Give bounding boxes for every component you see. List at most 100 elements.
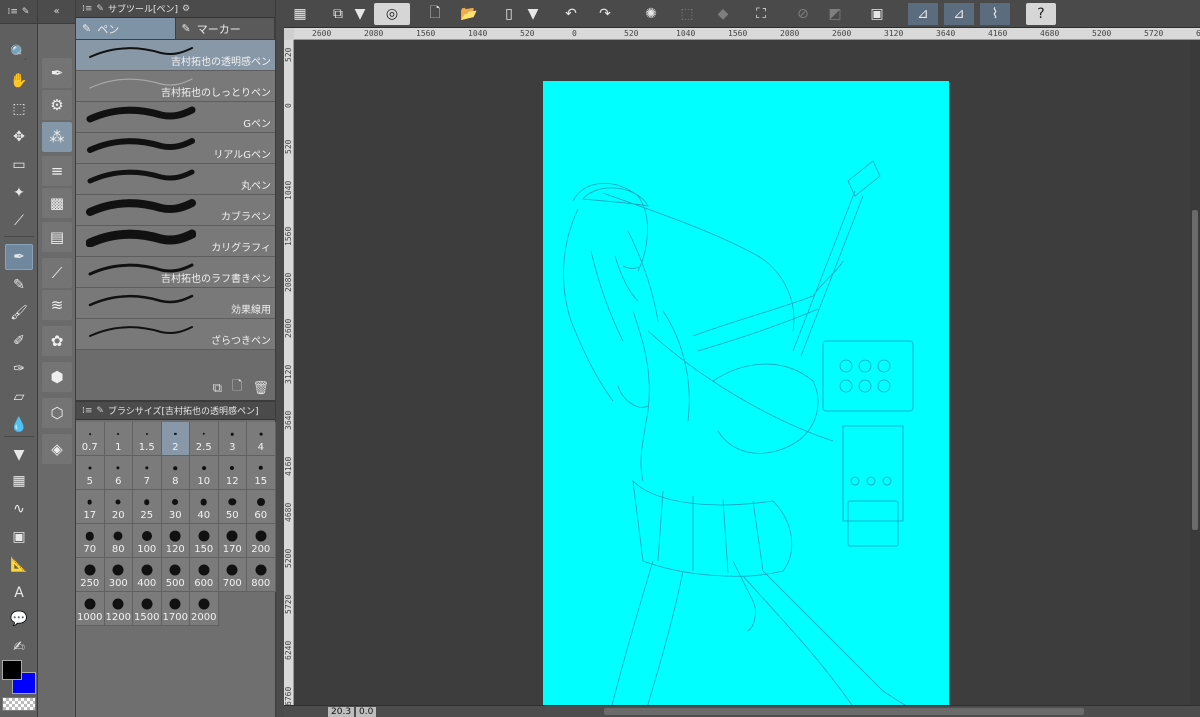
undo-icon[interactable]: ↶ (560, 3, 582, 25)
zoom-level[interactable]: 20.3 (328, 706, 355, 717)
gradient-tool[interactable]: ▦ (5, 468, 33, 494)
fill-tool[interactable]: ▼ (5, 442, 33, 468)
layers-group[interactable]: ≋ (42, 290, 72, 320)
brush-size-option[interactable]: 17 (76, 490, 105, 524)
menu-icon[interactable]: ⁞≡ (82, 406, 92, 416)
eraser-tool[interactable]: ▱ (5, 384, 33, 410)
horizontal-scrollbar[interactable] (604, 708, 1084, 715)
brush-size-option[interactable]: 6 (104, 456, 133, 490)
main-color-swatch[interactable] (2, 660, 22, 680)
ruler-snap-icon[interactable]: ⊿ (908, 3, 938, 25)
operation-tool[interactable]: ⬚ (5, 96, 33, 122)
trash-icon[interactable]: 🗑 (252, 381, 269, 396)
brush-size-option[interactable]: 50 (218, 490, 247, 524)
pen-tool[interactable]: ✒ (5, 244, 33, 270)
new-file-icon[interactable]: 🗋 (424, 3, 446, 25)
collapse-icon[interactable]: « (38, 0, 75, 24)
shape-group-2[interactable]: ⬢ (42, 362, 72, 392)
frame-tool[interactable]: ▣ (5, 524, 33, 550)
panel-scrollbar[interactable] (276, 0, 284, 717)
save-icon[interactable]: ▯ (498, 3, 520, 25)
brush-size-option[interactable]: 1500 (133, 592, 162, 626)
brush-size-option[interactable]: 10 (190, 456, 219, 490)
help-icon[interactable]: ? (1026, 3, 1056, 25)
fill-icon[interactable]: ◩ (824, 3, 846, 25)
brush-size-option[interactable]: 170 (218, 524, 247, 558)
brush-item[interactable]: リアルGペン (76, 133, 275, 164)
grid-icon[interactable]: ⊘ (792, 3, 814, 25)
brush-size-option[interactable]: 700 (218, 558, 247, 592)
rotation-angle[interactable]: 0.0 (356, 706, 377, 717)
ruler-tool[interactable]: 📐 (5, 552, 33, 578)
erase-icon[interactable]: ◆ (712, 3, 734, 25)
layout-icon[interactable]: ▦ (288, 3, 312, 25)
brush-size-option[interactable]: 70 (76, 524, 105, 558)
line-group[interactable]: ⟋ (42, 258, 72, 288)
settings-group[interactable]: ⚙ (42, 90, 72, 120)
brush-size-option[interactable]: 4 (247, 422, 276, 456)
brush-item[interactable]: 効果線用 (76, 288, 275, 319)
brush-size-option[interactable]: 1.5 (133, 422, 162, 456)
brush-size-option[interactable]: 12 (218, 456, 247, 490)
brush-size-option[interactable]: 1700 (161, 592, 190, 626)
brush-size-option[interactable]: 150 (190, 524, 219, 558)
brush-item[interactable]: カブラペン (76, 195, 275, 226)
brush-size-option[interactable]: 400 (133, 558, 162, 592)
brush-item[interactable]: ざらつきペン (76, 319, 275, 350)
correct-line-tool[interactable]: ✍ (5, 634, 33, 660)
brush-item[interactable]: 吉村拓也のラフ書きペン (76, 257, 275, 288)
brush-size-option[interactable]: 8 (161, 456, 190, 490)
airbrush-tool[interactable]: ✐ (5, 328, 33, 354)
gear-icon[interactable]: ⚙ (182, 4, 190, 14)
eyedropper-tool[interactable]: ⟋ (5, 208, 33, 234)
brush-size-option[interactable]: 800 (247, 558, 276, 592)
copy-icon[interactable]: ⧉ (326, 3, 350, 25)
brush-size-option[interactable]: 500 (161, 558, 190, 592)
brush-item[interactable]: 吉村拓也の透明感ペン (76, 40, 275, 71)
balloon-tool[interactable]: 💬 (5, 606, 33, 632)
crop-icon[interactable]: ⛶ (750, 3, 772, 25)
redo-icon[interactable]: ↷ (594, 3, 616, 25)
brush-size-option[interactable]: 2.5 (190, 422, 219, 456)
selection-tool[interactable]: ▭ (5, 152, 33, 178)
menu-icon[interactable]: ⁞≡ (8, 7, 18, 17)
brush-item[interactable]: 丸ペン (76, 164, 275, 195)
text-tool[interactable]: A (5, 580, 33, 606)
pattern-group[interactable]: ▩ (42, 188, 72, 218)
brush-tool[interactable]: 🖌 (5, 300, 33, 326)
tab-marker[interactable]: ✎ マーカー (176, 18, 275, 39)
brush-size-option[interactable]: 600 (190, 558, 219, 592)
blend-tool[interactable]: 💧 (5, 412, 33, 438)
brush-size-option[interactable]: 1 (104, 422, 133, 456)
menu-icon[interactable]: ⁞≡ (82, 4, 92, 14)
copy-subtool-icon[interactable]: ⧉ (213, 381, 222, 396)
brush-size-option[interactable]: 7 (133, 456, 162, 490)
brush-size-option[interactable]: 0.7 (76, 422, 105, 456)
gradient-group[interactable]: ≡ (42, 156, 72, 186)
brush-size-option[interactable]: 120 (161, 524, 190, 558)
brush-item[interactable]: 吉村拓也のしっとりペン (76, 71, 275, 102)
decoration-tool[interactable]: ✑ (5, 356, 33, 382)
tab-pen[interactable]: ✎ ペン (76, 18, 176, 39)
brush-size-option[interactable]: 100 (133, 524, 162, 558)
spinner-icon[interactable]: ✺ (640, 3, 662, 25)
brush-size-option[interactable]: 2000 (190, 592, 219, 626)
shape-group-3[interactable]: ⬡ (42, 398, 72, 428)
open-file-icon[interactable]: 📂 (458, 3, 480, 25)
pen-pressure-icon[interactable]: ⌇ (980, 3, 1010, 25)
brush-size-option[interactable]: 25 (133, 490, 162, 524)
film-group[interactable]: ▤ (42, 222, 72, 252)
canvas-area[interactable] (294, 40, 1190, 705)
brush-size-option[interactable]: 30 (161, 490, 190, 524)
brush-item[interactable]: カリグラフィ (76, 226, 275, 257)
brush-size-option[interactable]: 2 (161, 422, 190, 456)
brush-size-option[interactable]: 250 (76, 558, 105, 592)
dropdown-icon[interactable]: ▼ (524, 3, 542, 25)
brush-size-option[interactable]: 3 (218, 422, 247, 456)
vertical-scrollbar[interactable] (1190, 40, 1200, 705)
scroll-thumb[interactable] (1192, 210, 1198, 530)
shape-group-1[interactable]: ✿ (42, 326, 72, 356)
brush-size-option[interactable]: 80 (104, 524, 133, 558)
select-icon[interactable]: ▣ (866, 3, 888, 25)
hand-tool[interactable]: ✋ (5, 68, 33, 94)
